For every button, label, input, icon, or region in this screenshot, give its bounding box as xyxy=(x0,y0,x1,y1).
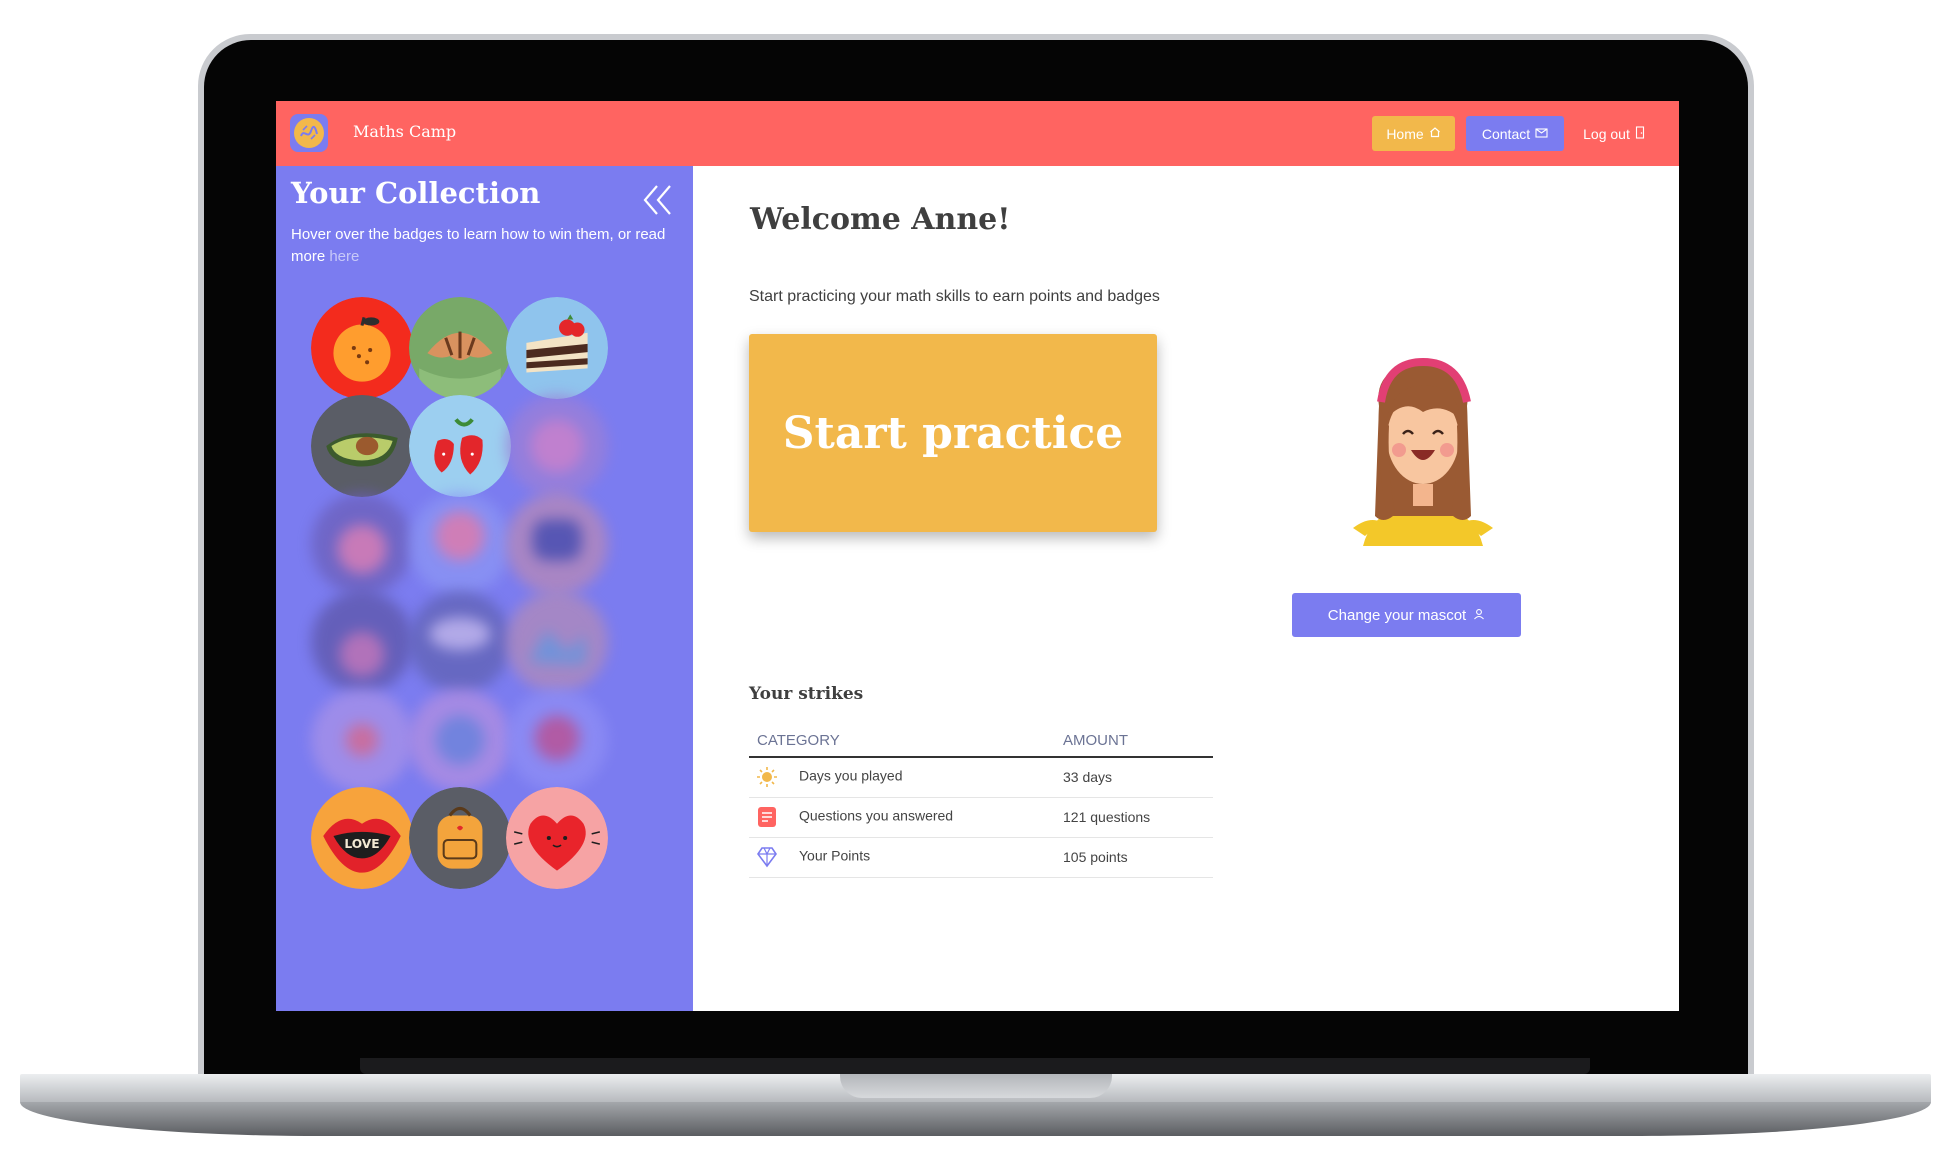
door-icon xyxy=(1635,125,1645,142)
badge-locked[interactable] xyxy=(409,689,511,791)
badge-locked[interactable] xyxy=(311,689,413,791)
category-label: Days you played xyxy=(799,767,903,784)
amount-cell: 121 questions xyxy=(1063,797,1213,838)
svg-text:LOVE: LOVE xyxy=(344,837,379,851)
badge-locked[interactable] xyxy=(311,591,413,693)
home-icon xyxy=(1429,126,1441,141)
category-label: Questions you answered xyxy=(799,807,954,824)
user-icon xyxy=(1473,607,1485,624)
read-more-link[interactable]: here xyxy=(329,248,359,265)
column-header-category: CATEGORY xyxy=(749,725,1063,758)
badge-locked[interactable] xyxy=(409,493,511,595)
table-row: Questions you answered 121 questions xyxy=(749,797,1213,838)
sidebar-help-text: Hover over the badges to learn how to wi… xyxy=(291,224,681,268)
app-logo[interactable] xyxy=(290,114,328,152)
sidebar-title: Your Collection xyxy=(291,176,541,210)
contact-button[interactable]: Contact xyxy=(1466,116,1564,151)
category-cell: Days you played xyxy=(749,757,1063,798)
amount-cell: 33 days xyxy=(1063,757,1213,798)
sun-icon xyxy=(755,766,781,788)
category-label: Your Points xyxy=(799,847,871,864)
badge-locked[interactable] xyxy=(311,493,413,595)
badge-locked[interactable] xyxy=(409,591,511,693)
double-chevron-left-icon[interactable] xyxy=(640,182,676,218)
list-icon xyxy=(755,806,781,828)
category-cell: Questions you answered xyxy=(749,797,1063,838)
home-button[interactable]: Home xyxy=(1372,116,1455,151)
mail-icon xyxy=(1535,127,1548,141)
start-practice-button[interactable]: Start practice xyxy=(749,334,1157,532)
badge-heart[interactable] xyxy=(506,787,608,889)
app-name[interactable]: Maths Camp xyxy=(353,122,456,141)
badge-locked[interactable] xyxy=(506,591,608,693)
logout-button[interactable]: Log out xyxy=(1575,116,1653,151)
logo-icon xyxy=(294,118,324,148)
badge-lips[interactable]: LOVE xyxy=(311,787,413,889)
laptop-hinge xyxy=(360,1058,1590,1074)
badge-locked[interactable] xyxy=(506,689,608,791)
screen: Maths Camp Home Contact Log out Your Col… xyxy=(276,101,1679,1011)
table-header-row: CATEGORY AMOUNT xyxy=(749,725,1213,758)
diamond-icon xyxy=(755,846,781,868)
strikes-title: Your strikes xyxy=(749,684,864,704)
collection-sidebar: Your Collection Hover over the badges to… xyxy=(276,166,693,1011)
amount-cell: 105 points xyxy=(1063,837,1213,878)
logout-label: Log out xyxy=(1583,125,1630,142)
table-row: Your Points 105 points xyxy=(749,837,1213,878)
page-subtitle: Start practicing your math skills to ear… xyxy=(749,288,1160,305)
column-header-amount: AMOUNT xyxy=(1063,725,1213,758)
top-navbar: Maths Camp Home Contact Log out xyxy=(276,101,1679,166)
laptop-notch xyxy=(840,1074,1112,1098)
change-mascot-label: Change your mascot xyxy=(1327,606,1467,624)
home-label: Home xyxy=(1386,125,1424,142)
badge-orange[interactable] xyxy=(311,297,413,399)
badge-croissant[interactable] xyxy=(409,297,511,399)
page-title: Welcome Anne! xyxy=(750,202,1011,237)
main-content: Welcome Anne! Start practicing your math… xyxy=(693,166,1679,1011)
badge-backpack[interactable] xyxy=(409,787,511,889)
laptop-base-edge xyxy=(20,1102,1931,1136)
mascot-avatar xyxy=(1343,346,1503,556)
badge-cake[interactable] xyxy=(506,297,608,399)
badge-locked[interactable] xyxy=(506,395,608,497)
contact-label: Contact xyxy=(1481,125,1531,142)
strikes-table: CATEGORY AMOUNT Days you played 33 days xyxy=(749,725,1213,878)
change-mascot-button[interactable]: Change your mascot xyxy=(1292,593,1521,637)
badge-strawberries[interactable] xyxy=(409,395,511,497)
badge-locked[interactable] xyxy=(506,493,608,595)
category-cell: Your Points xyxy=(749,837,1063,878)
badge-avocado[interactable] xyxy=(311,395,413,497)
table-row: Days you played 33 days xyxy=(749,757,1213,798)
